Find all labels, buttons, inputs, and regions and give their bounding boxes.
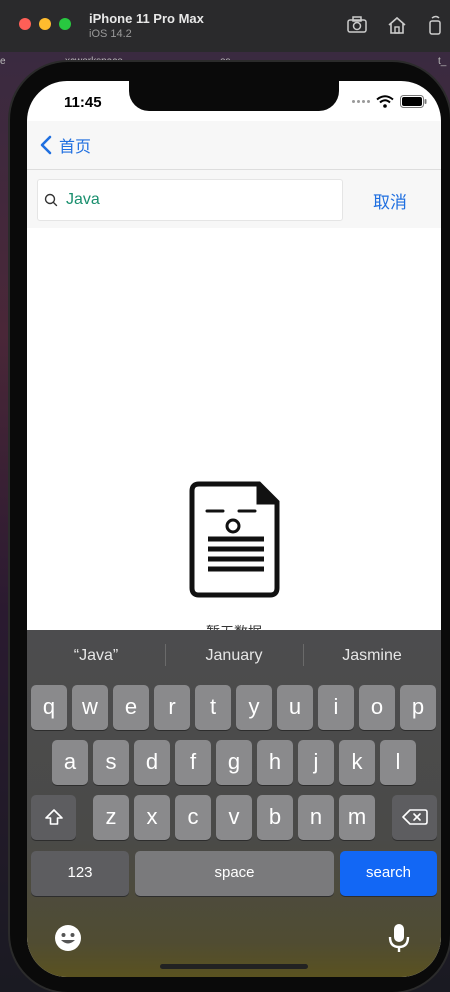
battery-icon — [400, 95, 427, 108]
suggestion-divider — [303, 644, 304, 666]
minimize-window-button[interactable] — [39, 18, 51, 30]
cancel-button[interactable]: 取消 — [373, 188, 407, 213]
suggestion-item[interactable]: Jasmine — [303, 630, 441, 680]
key-y[interactable]: y — [236, 685, 272, 730]
numbers-key[interactable]: 123 — [31, 851, 129, 896]
suggestion-item[interactable]: January — [165, 630, 303, 680]
key-v[interactable]: v — [216, 795, 252, 840]
home-icon[interactable] — [386, 14, 408, 36]
shift-key[interactable] — [31, 795, 76, 840]
key-d[interactable]: d — [134, 740, 170, 785]
device-name: iPhone 11 Pro Max — [89, 11, 204, 26]
shift-icon — [44, 809, 63, 825]
background-text-right: t_ — [438, 56, 447, 67]
search-icon — [44, 193, 58, 207]
key-t[interactable]: t — [195, 685, 231, 730]
signal-icon — [352, 100, 370, 103]
space-key[interactable]: space — [135, 851, 334, 896]
key-b[interactable]: b — [257, 795, 293, 840]
close-window-button[interactable] — [19, 18, 31, 30]
key-w[interactable]: w — [72, 685, 108, 730]
key-x[interactable]: x — [134, 795, 170, 840]
search-field-container[interactable] — [37, 179, 343, 221]
zoom-window-button[interactable] — [59, 18, 71, 30]
key-n[interactable]: n — [298, 795, 334, 840]
key-z[interactable]: z — [93, 795, 129, 840]
key-s[interactable]: s — [93, 740, 129, 785]
rotate-icon[interactable] — [424, 14, 446, 36]
key-j[interactable]: j — [298, 740, 334, 785]
key-g[interactable]: g — [216, 740, 252, 785]
status-indicators — [352, 95, 427, 108]
status-time: 11:45 — [64, 94, 102, 111]
background-text-left: e — [0, 56, 6, 67]
key-l[interactable]: l — [380, 740, 416, 785]
key-f[interactable]: f — [175, 740, 211, 785]
backspace-icon — [401, 809, 428, 825]
key-i[interactable]: i — [318, 685, 354, 730]
key-u[interactable]: u — [277, 685, 313, 730]
key-o[interactable]: o — [359, 685, 395, 730]
suggestion-item[interactable]: “Java” — [27, 630, 165, 680]
empty-document-icon — [189, 481, 280, 598]
screenshot-icon[interactable] — [346, 14, 368, 36]
key-h[interactable]: h — [257, 740, 293, 785]
wifi-icon — [376, 95, 394, 108]
keyboard: “Java” January Jasmine q w e r t y u i o… — [27, 630, 441, 977]
key-m[interactable]: m — [339, 795, 375, 840]
chevron-left-icon — [40, 135, 52, 155]
phone-notch — [129, 81, 339, 111]
navigation-bar: 首页 — [27, 121, 441, 169]
simulator-toolbar: iPhone 11 Pro Max iOS 14.2 — [0, 0, 450, 53]
key-a[interactable]: a — [52, 740, 88, 785]
key-q[interactable]: q — [31, 685, 67, 730]
suggestion-divider — [165, 644, 166, 666]
key-c[interactable]: c — [175, 795, 211, 840]
key-k[interactable]: k — [339, 740, 375, 785]
os-version: iOS 14.2 — [89, 28, 132, 40]
phone-screen: 11:45 首页 取消 — [27, 81, 441, 977]
suggestion-bar: “Java” January Jasmine — [27, 630, 441, 680]
search-input[interactable] — [64, 190, 328, 210]
home-indicator[interactable] — [160, 964, 308, 969]
back-button[interactable]: 首页 — [39, 133, 91, 157]
back-label: 首页 — [59, 139, 92, 156]
key-e[interactable]: e — [113, 685, 149, 730]
emoji-icon[interactable] — [54, 924, 82, 952]
search-key[interactable]: search — [340, 851, 437, 896]
key-r[interactable]: r — [154, 685, 190, 730]
search-bar: 取消 — [27, 170, 441, 228]
key-p[interactable]: p — [400, 685, 436, 730]
delete-key[interactable] — [392, 795, 437, 840]
microphone-icon[interactable] — [387, 922, 411, 954]
